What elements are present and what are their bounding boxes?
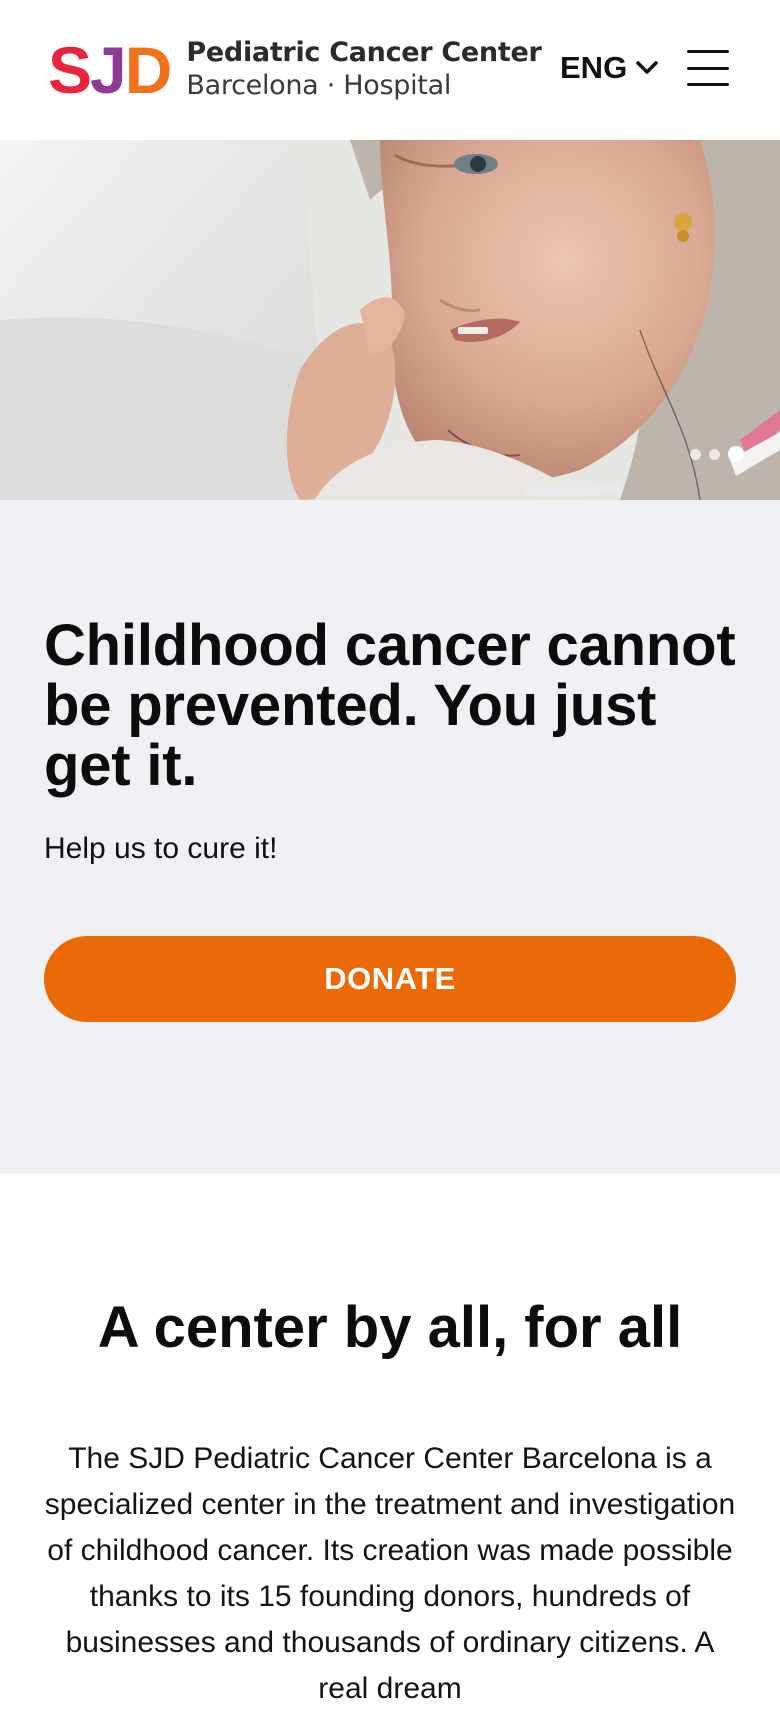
hero-image [0, 140, 780, 500]
hamburger-menu-icon[interactable] [687, 50, 729, 86]
about-section: A center by all, for all The SJD Pediatr… [0, 1174, 780, 1705]
hero-carousel[interactable] [0, 140, 780, 500]
campaign-subtitle: Help us to cure it! [44, 832, 278, 865]
logo-letter-s: S [48, 33, 92, 107]
site-header: S J D Pediatric Cancer Center Barcelona … [0, 0, 780, 140]
chevron-down-icon [636, 61, 658, 74]
logo-title: Pediatric Cancer Center [186, 37, 542, 68]
language-label: ENG [560, 50, 628, 85]
about-title: A center by all, for all [97, 1295, 683, 1360]
carousel-dot[interactable] [709, 448, 720, 460]
about-body: The SJD Pediatric Cancer Center Barcelon… [44, 1442, 736, 1705]
donate-button[interactable]: DONATE [44, 936, 736, 1022]
logo-letter-d: D [124, 33, 173, 107]
logo-letter-j: J [90, 33, 127, 107]
carousel-dot-active[interactable] [728, 446, 744, 462]
sjd-logo[interactable]: S J D Pediatric Cancer Center Barcelona … [48, 33, 542, 107]
campaign-headline: Childhood cancer cannot be prevented. Yo… [44, 613, 736, 798]
logo-subtitle: Barcelona · Hospital [186, 70, 452, 101]
carousel-dots [690, 446, 744, 462]
logo-mark: S J D [48, 33, 173, 107]
logo-text: Pediatric Cancer Center Barcelona · Hosp… [186, 37, 541, 103]
language-selector[interactable]: ENG [560, 50, 659, 86]
carousel-dot[interactable] [690, 448, 701, 460]
campaign-section: Childhood cancer cannot be prevented. Yo… [0, 500, 780, 1174]
